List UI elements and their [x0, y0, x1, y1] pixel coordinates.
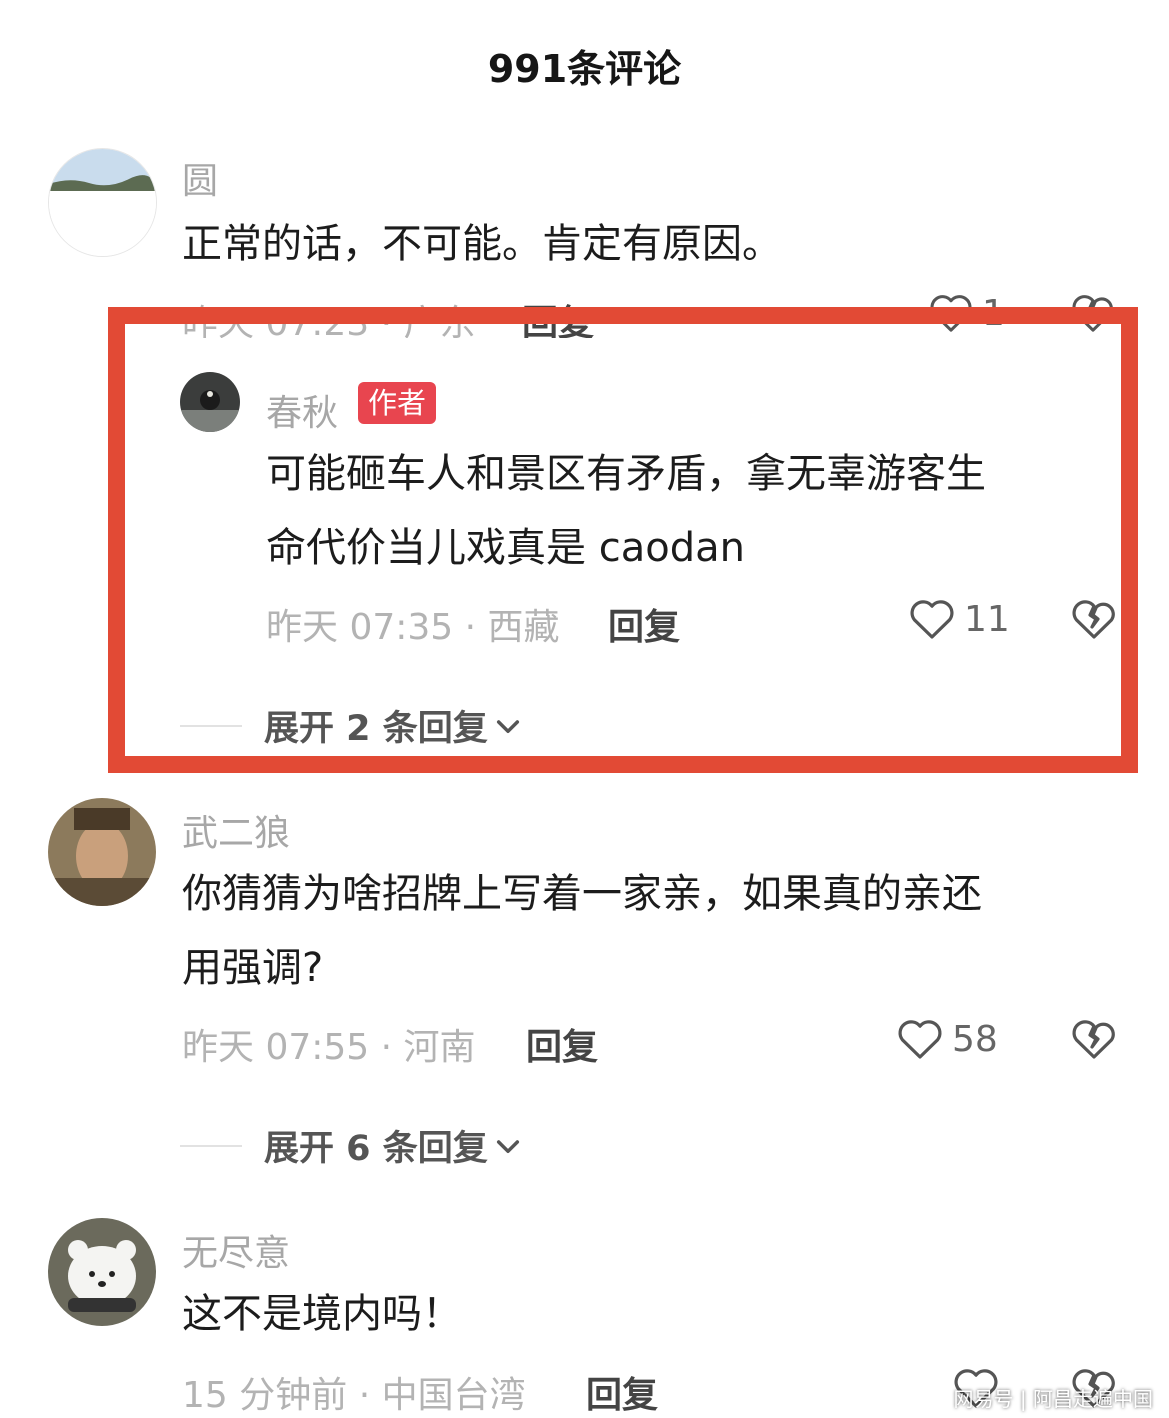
avatar[interactable] [48, 148, 157, 257]
divider [180, 1144, 242, 1147]
bear-avatar-image [48, 1218, 156, 1326]
portrait-avatar-image [48, 798, 156, 906]
like-button[interactable]: 58 [896, 1017, 998, 1061]
landscape-avatar-image [49, 149, 156, 256]
avatar[interactable] [48, 798, 156, 906]
comments-count-title: 991条评论 [487, 47, 682, 91]
reply-button[interactable]: 回复 [526, 1018, 598, 1070]
reply-button[interactable]: 回复 [586, 1366, 658, 1418]
highlight-box [108, 307, 1138, 773]
comment-meta: 15 分钟前 · 中国台湾 [182, 1375, 526, 1416]
comment-username[interactable]: 圆 [182, 152, 218, 204]
comment-text: 用强调? [182, 945, 324, 991]
comment-meta: 昨天 07:55 · 河南 [182, 1027, 476, 1068]
heart-icon [898, 1020, 942, 1059]
expand-replies-button[interactable]: 展开 6 条回复 [180, 1120, 524, 1171]
like-count: 58 [952, 1018, 998, 1060]
comment-username[interactable]: 无尽意 [182, 1224, 290, 1276]
broken-heart-icon[interactable] [1070, 1017, 1118, 1061]
comment-username[interactable]: 武二狼 [182, 804, 290, 856]
watermark: 网易号 | 阿昌走遍中国 [953, 1387, 1153, 1411]
comment-text: 正常的话，不可能。肯定有原因。 [182, 221, 782, 267]
avatar[interactable] [48, 1218, 156, 1326]
chevron-down-icon [496, 1139, 519, 1153]
comment-text: 这不是境内吗！ [182, 1291, 462, 1337]
expand-replies-label: 展开 6 条回复 [264, 1129, 488, 1169]
comment-text: 你猜猜为啥招牌上写着一家亲，如果真的亲还 [182, 871, 982, 917]
